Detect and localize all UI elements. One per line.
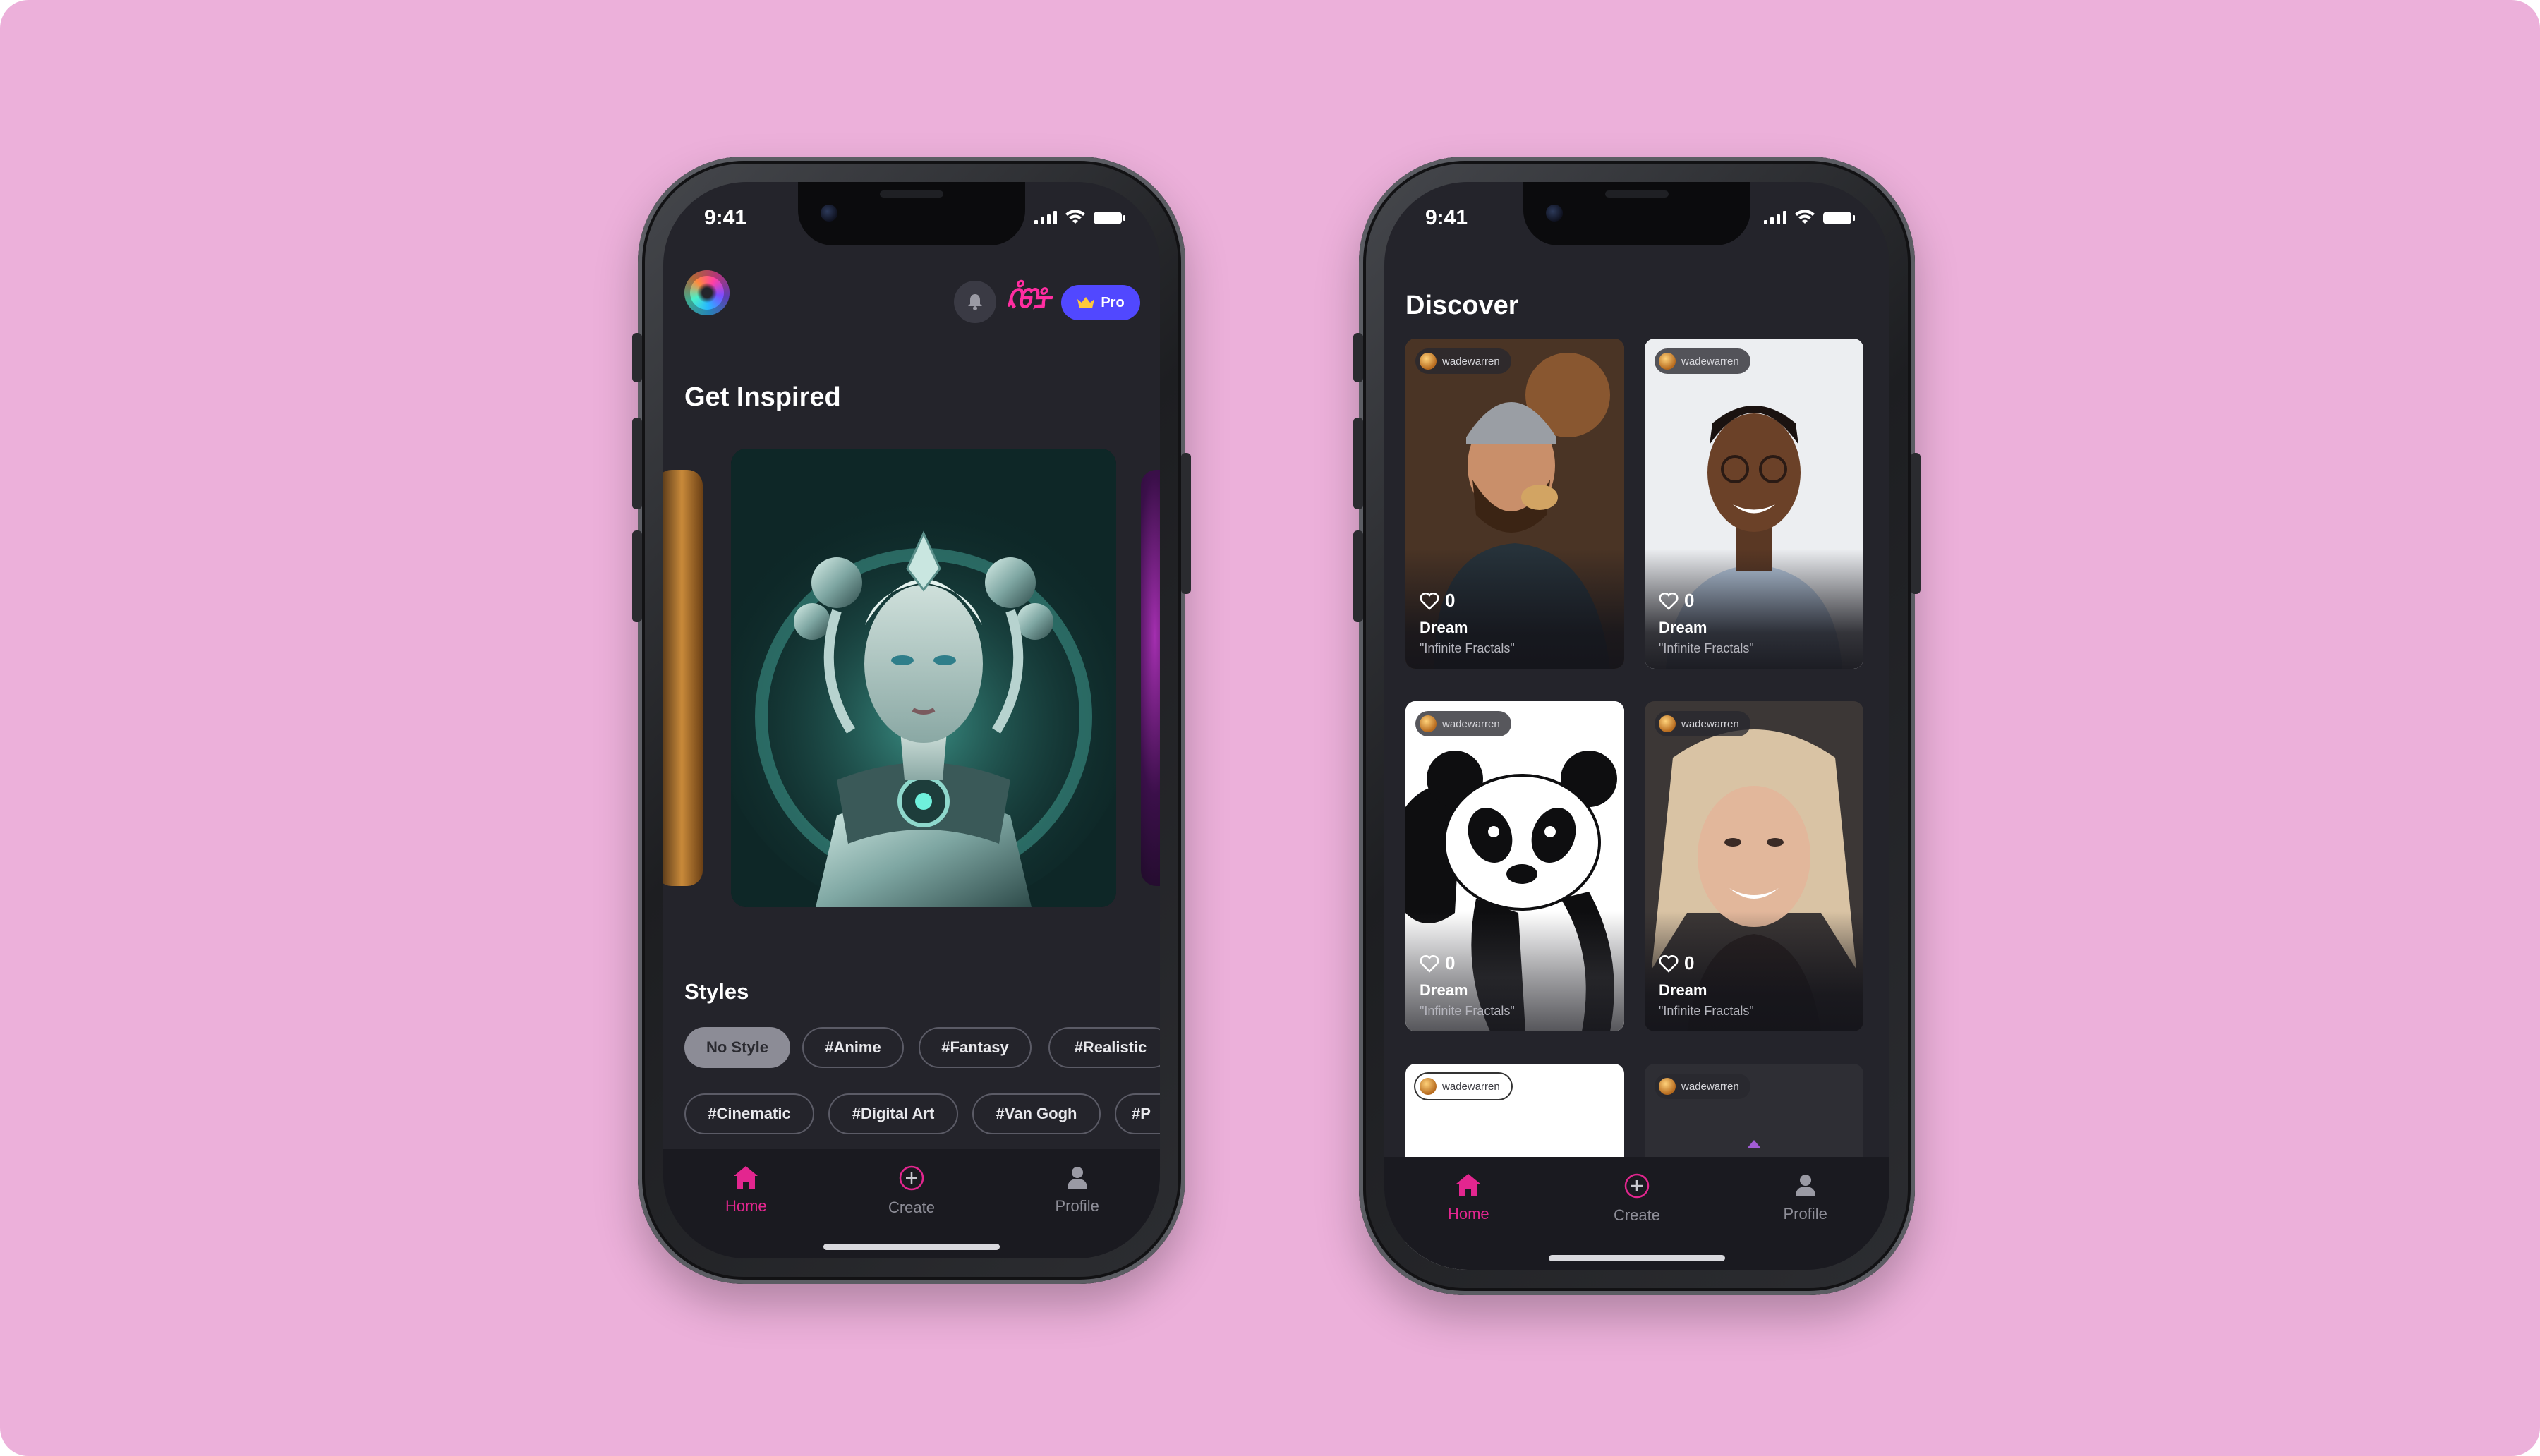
username: wadewarren: [1442, 355, 1500, 368]
username: wadewarren: [1681, 355, 1739, 368]
tab-profile[interactable]: Profile: [1746, 1172, 1865, 1270]
card-prompt: "Infinite Fractals": [1420, 1004, 1515, 1018]
tab-create-label: Create: [888, 1199, 935, 1216]
tab-bar: Home Create Profile: [1384, 1157, 1889, 1270]
discover-screen: 9:41 Discover wadewarren 0 Dream "Infini…: [1384, 182, 1889, 1270]
card-style: Dream: [1659, 619, 1707, 636]
discover-title: Discover: [1405, 291, 1519, 320]
status-time: 9:41: [1425, 206, 1468, 229]
person-icon: [1795, 1175, 1815, 1196]
home-screen: 9:41 ᡭᡦᡱ Pro Get Inspired Styles No Styl…: [663, 182, 1160, 1258]
username: wadewarren: [1442, 1080, 1500, 1093]
tab-home[interactable]: Home: [686, 1165, 806, 1258]
battery-icon: [1094, 212, 1125, 224]
discover-card[interactable]: wadewarren 0 Dream "Infinite Fractals": [1405, 339, 1624, 669]
home-indicator: [823, 1244, 1000, 1250]
tab-home-label: Home: [1447, 1205, 1489, 1223]
signal-icon: [1764, 210, 1786, 224]
card-style: Dream: [1659, 981, 1707, 999]
avatar: [1659, 715, 1676, 732]
person-icon: [1067, 1167, 1087, 1189]
username: wadewarren: [1681, 717, 1739, 730]
style-chip-realistic[interactable]: #Realistic: [1048, 1027, 1160, 1068]
like-button[interactable]: 0: [1659, 952, 1754, 974]
phone-right: 9:41 Discover wadewarren 0 Dream "Infini…: [1353, 157, 1921, 1295]
style-chip-van-gogh[interactable]: #Van Gogh: [972, 1093, 1101, 1134]
avatar: [1659, 353, 1676, 370]
user-badge[interactable]: wadewarren: [1655, 711, 1750, 736]
tab-home[interactable]: Home: [1408, 1172, 1528, 1270]
pro-label: Pro: [1101, 294, 1125, 310]
featured-artwork-image: [731, 449, 1116, 907]
tab-create-label: Create: [1613, 1206, 1660, 1224]
username: wadewarren: [1681, 1080, 1739, 1093]
app-logo[interactable]: [684, 270, 730, 315]
card-style: Dream: [1420, 619, 1468, 636]
home-icon: [734, 1166, 758, 1189]
heart-icon: [1420, 592, 1439, 610]
user-badge[interactable]: wadewarren: [1415, 711, 1511, 736]
style-chip-cinematic[interactable]: #Cinematic: [684, 1093, 814, 1134]
user-badge[interactable]: wadewarren: [1415, 348, 1511, 374]
carousel-card-previous[interactable]: [663, 470, 703, 886]
pro-button[interactable]: Pro: [1061, 285, 1140, 320]
styles-title: Styles: [684, 979, 749, 1004]
avatar: [1420, 353, 1437, 370]
phone-left: 9:41 ᡭᡦᡱ Pro Get Inspired Styles No Styl…: [632, 157, 1191, 1284]
like-button[interactable]: 0: [1659, 590, 1754, 612]
like-count: 0: [1684, 952, 1695, 973]
wifi-icon: [1065, 210, 1085, 224]
tab-profile-label: Profile: [1055, 1197, 1099, 1215]
battery-icon: [1823, 212, 1855, 224]
discover-card[interactable]: wadewarren 0 Dream "Infinite Fractals": [1405, 701, 1624, 1031]
notification-button[interactable]: [954, 281, 996, 323]
like-count: 0: [1445, 952, 1456, 973]
plus-circle-icon: [1624, 1173, 1650, 1199]
card-style: Dream: [1420, 981, 1468, 999]
carousel-card-featured[interactable]: [731, 449, 1116, 907]
like-button[interactable]: 0: [1420, 590, 1515, 612]
style-chip-digital-art[interactable]: #Digital Art: [828, 1093, 958, 1134]
home-indicator: [1549, 1255, 1725, 1261]
tab-profile-label: Profile: [1783, 1205, 1827, 1223]
avatar: [1420, 1078, 1437, 1095]
style-chip-partial[interactable]: #P: [1115, 1093, 1160, 1134]
tab-bar: Home Create Profile: [663, 1149, 1160, 1258]
discover-card[interactable]: wadewarren 0 Dream "Infinite Fractals": [1645, 339, 1863, 669]
like-count: 0: [1445, 590, 1456, 611]
avatar: [1659, 1078, 1676, 1095]
home-icon: [1456, 1174, 1481, 1196]
card-prompt: "Infinite Fractals": [1420, 641, 1515, 655]
brand-mark: ᡭᡦᡱ: [1006, 284, 1052, 315]
heart-icon: [1659, 954, 1679, 973]
signal-icon: [1034, 210, 1057, 224]
canvas-background: 9:41 ᡭᡦᡱ Pro Get Inspired Styles No Styl…: [0, 0, 2540, 1456]
discover-card[interactable]: wadewarren 0 Dream "Infinite Fractals": [1645, 701, 1863, 1031]
get-inspired-title: Get Inspired: [684, 382, 841, 412]
card-prompt: "Infinite Fractals": [1659, 641, 1754, 655]
style-chip-fantasy[interactable]: #Fantasy: [919, 1027, 1032, 1068]
tab-profile[interactable]: Profile: [1017, 1165, 1137, 1258]
bell-icon: [968, 294, 982, 310]
crown-icon: [1077, 297, 1095, 308]
style-chip-no-style[interactable]: No Style: [684, 1027, 790, 1068]
carousel-card-next[interactable]: [1141, 470, 1160, 886]
tab-home-label: Home: [725, 1197, 767, 1215]
like-button[interactable]: 0: [1420, 952, 1515, 974]
user-badge[interactable]: wadewarren: [1415, 1074, 1511, 1099]
status-time: 9:41: [704, 206, 747, 229]
user-badge[interactable]: wadewarren: [1655, 1074, 1750, 1099]
heart-icon: [1420, 954, 1439, 973]
like-count: 0: [1684, 590, 1695, 611]
card-prompt: "Infinite Fractals": [1659, 1004, 1754, 1018]
avatar: [1420, 715, 1437, 732]
user-badge[interactable]: wadewarren: [1655, 348, 1750, 374]
wifi-icon: [1795, 210, 1815, 224]
username: wadewarren: [1442, 717, 1500, 730]
plus-circle-icon: [899, 1165, 924, 1191]
heart-icon: [1659, 592, 1679, 610]
style-chip-anime[interactable]: #Anime: [802, 1027, 904, 1068]
